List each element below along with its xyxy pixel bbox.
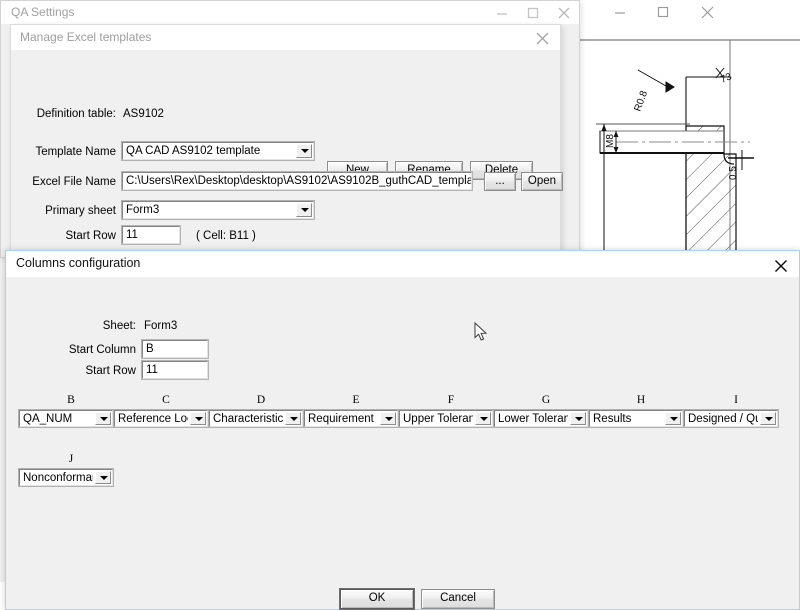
definition-table-value: AS9102 <box>123 108 164 120</box>
chevron-down-icon[interactable] <box>760 412 776 425</box>
column-mapping-combo-c[interactable]: Reference Locatio <box>114 410 208 427</box>
start-row-label: Start Row <box>36 365 136 377</box>
app-minimize-button[interactable] <box>605 1 635 21</box>
manage-templates-body: Definition table: AS9102 Template Name Q… <box>11 50 560 252</box>
column-mapping-combo-b[interactable]: QA_NUM <box>19 410 113 427</box>
close-icon <box>774 259 788 273</box>
app-close-button[interactable] <box>692 1 722 21</box>
column-mapping-value-g: Lower Tolerance <box>498 413 568 426</box>
chevron-down-icon[interactable] <box>475 412 491 425</box>
sheet-value: Form3 <box>144 320 177 332</box>
columns-config-title: Columns configuration <box>16 256 140 270</box>
excel-file-name-label: Excel File Name <box>11 176 116 188</box>
qa-settings-minimize-button[interactable] <box>487 2 517 22</box>
column-mapping-value-i: Designed / Qualifi <box>688 413 758 426</box>
column-mapping-value-h: Results <box>593 413 663 426</box>
cad-label-73: 73 <box>719 71 734 86</box>
chevron-down-icon[interactable] <box>95 471 111 484</box>
column-mapping-value-b: QA_NUM <box>23 413 93 426</box>
start-column-input[interactable]: B <box>142 340 208 358</box>
start-row-label: Start Row <box>11 230 116 242</box>
cad-drawing-canvas[interactable]: 73 R0.8 M8 <box>578 30 800 252</box>
column-letter-j: J <box>21 453 121 465</box>
template-name-value: QA CAD AS9102 template <box>126 145 294 158</box>
cancel-button[interactable]: Cancel <box>421 589 495 609</box>
column-mapping-combo-f[interactable]: Upper Tolerance <box>399 410 493 427</box>
start-column-label: Start Column <box>36 344 136 356</box>
open-button[interactable]: Open <box>521 172 563 191</box>
mouse-cursor <box>474 322 490 344</box>
column-letter-e: E <box>306 394 406 406</box>
column-mapping-value-f: Upper Tolerance <box>403 413 473 426</box>
close-icon <box>701 6 714 19</box>
columns-config-body: Sheet: Form3 Start Column B Start Row 11… <box>6 277 799 609</box>
primary-sheet-combo[interactable]: Form3 <box>122 201 314 219</box>
column-mapping-combo-d[interactable]: Characteristic Des <box>209 410 303 427</box>
qa-settings-titlebar[interactable]: QA Settings <box>1 1 579 24</box>
chevron-down-icon[interactable] <box>380 412 396 425</box>
column-mapping-value-e: Requirement <box>308 413 378 426</box>
manage-templates-titlebar[interactable]: Manage Excel templates <box>11 25 560 50</box>
qa-settings-close-button[interactable] <box>549 2 579 22</box>
column-letter-h: H <box>591 394 691 406</box>
column-mapping-value-c: Reference Locatio <box>118 413 188 426</box>
column-mapping-value-d: Characteristic Des <box>213 413 283 426</box>
column-letter-d: D <box>211 394 311 406</box>
chevron-down-icon[interactable] <box>296 144 312 158</box>
cad-label-m8: M8 <box>605 134 616 148</box>
chevron-down-icon[interactable] <box>190 412 206 425</box>
app-window-controls[interactable] <box>600 0 735 22</box>
cad-label-r08: R0.8 <box>632 89 650 113</box>
column-letter-b: B <box>21 394 121 406</box>
column-mapping-combo-g[interactable]: Lower Tolerance <box>494 410 588 427</box>
browse-button[interactable]: ... <box>484 172 516 191</box>
column-mapping-combo-i[interactable]: Designed / Qualifi <box>684 410 778 427</box>
columns-config-close-button[interactable] <box>765 254 795 274</box>
chevron-down-icon[interactable] <box>95 412 111 425</box>
template-name-label: Template Name <box>11 146 116 158</box>
cad-drawing: 73 R0.8 M8 <box>578 30 800 252</box>
primary-sheet-label: Primary sheet <box>11 205 116 217</box>
cursor-arrow-icon <box>474 322 490 344</box>
column-mapping-combo-j[interactable]: Nonconformance <box>19 469 113 486</box>
maximize-icon <box>657 6 669 18</box>
start-row-input[interactable]: 11 <box>122 226 180 244</box>
column-letter-i: I <box>686 394 786 406</box>
cad-label-05: 0.5 <box>728 166 739 180</box>
chevron-down-icon[interactable] <box>296 203 312 217</box>
column-mapping-combo-e[interactable]: Requirement <box>304 410 398 427</box>
minimize-icon <box>496 7 508 19</box>
close-icon <box>558 7 570 19</box>
columns-configuration-dialog[interactable]: Columns configuration Sheet: Form3 Start… <box>5 250 800 610</box>
manage-templates-title: Manage Excel templates <box>20 30 151 44</box>
minimize-icon <box>614 6 626 18</box>
sheet-label: Sheet: <box>36 320 136 332</box>
column-mapping-combo-h[interactable]: Results <box>589 410 683 427</box>
definition-table-label: Definition table: <box>11 108 116 120</box>
chevron-down-icon[interactable] <box>570 412 586 425</box>
column-letter-g: G <box>496 394 596 406</box>
close-icon <box>536 32 549 45</box>
ok-button[interactable]: OK <box>340 589 414 609</box>
maximize-icon <box>527 7 539 19</box>
qa-settings-title: QA Settings <box>11 5 74 19</box>
start-row-input[interactable]: 11 <box>142 361 208 379</box>
column-letter-c: C <box>116 394 216 406</box>
excel-file-name-input[interactable]: C:\Users\Rex\Desktop\desktop\AS9102\AS91… <box>122 172 472 190</box>
chevron-down-icon[interactable] <box>665 412 681 425</box>
columns-config-titlebar[interactable]: Columns configuration <box>6 251 799 277</box>
column-letter-f: F <box>401 394 501 406</box>
manage-templates-close-button[interactable] <box>527 27 557 47</box>
template-name-combo[interactable]: QA CAD AS9102 template <box>122 142 314 160</box>
manage-excel-templates-dialog[interactable]: Manage Excel templates Definition table:… <box>10 24 561 253</box>
cell-hint: ( Cell: B11 ) <box>196 230 256 242</box>
primary-sheet-value: Form3 <box>126 204 294 217</box>
column-mapping-value-j: Nonconformance <box>23 472 93 485</box>
app-maximize-button[interactable] <box>648 1 678 21</box>
qa-settings-maximize-button[interactable] <box>518 2 548 22</box>
chevron-down-icon[interactable] <box>285 412 301 425</box>
